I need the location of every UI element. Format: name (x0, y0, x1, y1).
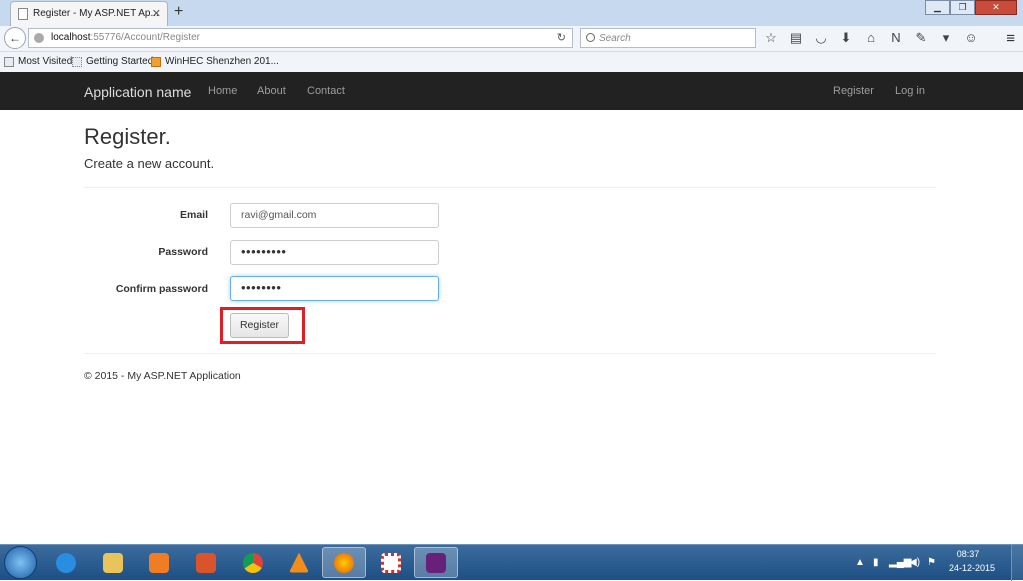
divider (84, 187, 936, 188)
bookmark-label: Getting Started (86, 56, 154, 67)
register-button[interactable]: Register (230, 313, 289, 338)
bookmark-page-icon (72, 56, 82, 67)
search-placeholder: Search (599, 33, 631, 44)
footer-copyright: © 2015 - My ASP.NET Application (84, 370, 241, 382)
system-tray: ▲ ▮ ▂▄▆ ◀) ⚑ 08:37 24-12-2015 (853, 545, 1023, 581)
divider (84, 353, 936, 354)
toolbar-icons: ☆ ▤ ◡ ⬇ ⌂ N ✎ ▾ ☺ (764, 30, 978, 46)
clock-time[interactable]: 08:37 (943, 549, 993, 559)
maximize-icon[interactable]: ❐ (950, 0, 975, 15)
search-icon (586, 33, 595, 42)
window-controls: ▁ ❐ ✕ (925, 0, 1017, 15)
bookmark-folder-icon (4, 56, 14, 67)
office-icon (196, 552, 216, 573)
nav-home[interactable]: Home (208, 85, 237, 97)
reading-list-icon[interactable]: ▤ (789, 30, 803, 46)
search-input[interactable]: Search (580, 28, 756, 48)
password-label: Password (158, 246, 208, 258)
browser-toolbar: ← localhost:55776/Account/Register ↻ Sea… (0, 26, 1023, 52)
vlc-icon (289, 552, 309, 573)
battery-icon[interactable]: ▮ (873, 557, 879, 568)
bookmark-label: WinHEC Shenzhen 201... (165, 56, 279, 67)
url-host: localhost (51, 32, 91, 43)
show-desktop-button[interactable] (1011, 545, 1023, 581)
url-bar[interactable]: localhost:55776/Account/Register ↻ (28, 28, 573, 48)
volume-icon[interactable]: ◀) (909, 557, 920, 568)
nav-about[interactable]: About (257, 85, 286, 97)
home-icon[interactable]: ⌂ (864, 30, 878, 46)
notification-icon[interactable]: ⚑ (927, 557, 936, 568)
pocket-icon[interactable]: ◡ (814, 30, 828, 46)
hamburger-menu-icon[interactable]: ≡ (1006, 30, 1015, 47)
email-label: Email (179, 209, 208, 221)
close-window-icon[interactable]: ✕ (975, 0, 1017, 15)
browser-titlebar: Register - My ASP.NET Ap... ✕ + ▁ ❐ ✕ (0, 0, 1023, 26)
chevron-down-icon[interactable]: ▾ (939, 30, 953, 46)
reload-icon[interactable]: ↻ (557, 31, 566, 44)
brand-link[interactable]: Application name (84, 84, 191, 100)
bookmark-winhec[interactable]: WinHEC Shenzhen 201... (151, 56, 279, 67)
download-icon[interactable]: ⬇ (839, 30, 853, 46)
taskbar-chrome[interactable] (231, 547, 275, 578)
taskbar-visual-studio[interactable] (414, 547, 458, 578)
folder-icon (103, 552, 123, 573)
url-path: :55776/Account/Register (90, 32, 200, 43)
bookmarks-bar: Most Visited Getting Started WinHEC Shen… (0, 52, 1023, 72)
chat-icon[interactable]: ☺ (964, 30, 978, 46)
bookmark-label: Most Visited (18, 56, 73, 67)
taskbar-media-player[interactable] (137, 547, 181, 578)
ie-icon (56, 552, 76, 573)
page-title: Register. (84, 124, 171, 149)
minimize-icon[interactable]: ▁ (925, 0, 950, 15)
browser-tab[interactable]: Register - My ASP.NET Ap... ✕ (10, 1, 168, 26)
taskbar-vlc[interactable] (277, 547, 321, 578)
bookmark-getting-started[interactable]: Getting Started (72, 56, 153, 67)
media-player-icon (149, 552, 169, 573)
new-tab-icon[interactable]: + (174, 3, 183, 21)
clock-date[interactable]: 24-12-2015 (943, 563, 1001, 573)
taskbar-internet-explorer[interactable] (44, 547, 88, 578)
nav-login[interactable]: Log in (895, 85, 925, 97)
bookmark-most-visited[interactable]: Most Visited (4, 56, 72, 67)
confirm-password-field[interactable]: •••••••• (230, 276, 439, 301)
tray-expand-icon[interactable]: ▲ (855, 557, 865, 568)
close-tab-icon[interactable]: ✕ (152, 7, 161, 20)
site-info-icon[interactable] (34, 33, 44, 43)
firefox-icon (334, 552, 354, 573)
nav-register[interactable]: Register (833, 85, 874, 97)
email-field[interactable]: ravi@gmail.com (230, 203, 439, 228)
taskbar-explorer[interactable] (91, 547, 135, 578)
taskbar-firefox[interactable] (322, 547, 366, 578)
taskbar: ▲ ▮ ▂▄▆ ◀) ⚑ 08:37 24-12-2015 (0, 544, 1023, 581)
chrome-icon (243, 552, 263, 573)
nav-contact[interactable]: Contact (307, 85, 345, 97)
taskbar-apps[interactable] (369, 547, 413, 578)
start-button[interactable] (4, 546, 37, 579)
visual-studio-icon (426, 552, 446, 573)
back-arrow-icon[interactable]: ← (4, 27, 26, 49)
bookmark-star-icon[interactable]: ☆ (764, 30, 778, 46)
password-field[interactable]: ••••••••• (230, 240, 439, 265)
apps-grid-icon (381, 552, 401, 573)
extension-icon[interactable]: ✎ (914, 30, 928, 46)
tab-title: Register - My ASP.NET Ap... (33, 8, 159, 19)
taskbar-office[interactable] (184, 547, 228, 578)
page-icon (18, 8, 28, 20)
onenote-icon[interactable]: N (889, 30, 903, 46)
rss-feed-icon (151, 56, 161, 67)
confirm-password-label: Confirm password (115, 283, 208, 295)
page-subtitle: Create a new account. (84, 156, 215, 171)
site-navbar: Application name Home About Contact Regi… (0, 72, 1023, 110)
